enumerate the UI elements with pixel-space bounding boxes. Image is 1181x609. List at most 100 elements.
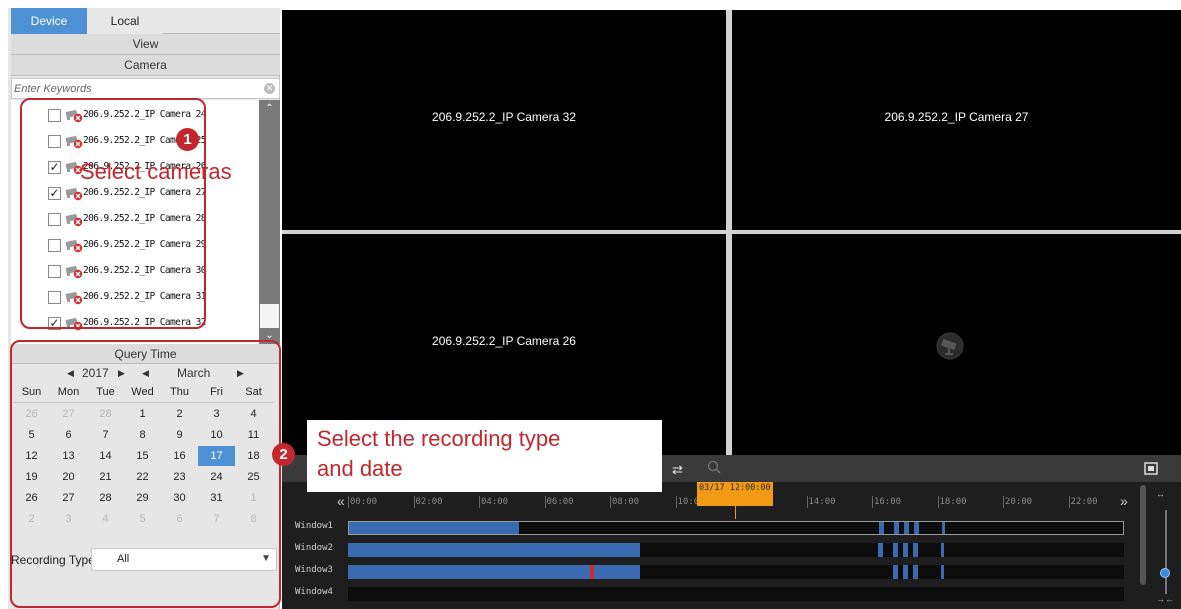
calendar-day[interactable]: 18 [235,446,272,466]
timeline-prev-icon[interactable]: « [337,493,345,509]
video-window-1[interactable]: 206.9.252.2_IP Camera 32 [282,10,726,230]
camera-list-item[interactable]: ✓ 206.9.252.2_IP Camera 32 [11,310,259,338]
calendar-day[interactable]: 6 [50,425,87,445]
calendar-day[interactable]: 13 [50,446,87,466]
calendar-day[interactable]: 29 [124,488,161,508]
calendar-day[interactable]: 30 [161,488,198,508]
recording-segment [941,565,944,579]
calendar-day[interactable]: 24 [198,467,235,487]
recording-track[interactable] [348,587,1124,601]
timeline-row[interactable]: Window2 [282,539,1144,559]
calendar-day[interactable]: 28 [87,404,124,424]
calendar-day[interactable]: 23 [161,467,198,487]
calendar-day[interactable]: 28 [87,488,124,508]
recording-track[interactable] [348,543,1124,557]
view-section-header[interactable]: View [11,34,280,55]
clear-search-icon[interactable]: ✕ [264,83,275,94]
camera-name: 206.9.252.2_IP Camera 24 [83,109,206,120]
calendar-day[interactable]: 1 [124,404,161,424]
zoom-in-icon[interactable]: →← [1156,594,1174,604]
calendar-day[interactable]: 2 [13,509,50,529]
calendar-day[interactable]: 20 [50,467,87,487]
calendar-day[interactable]: 27 [50,404,87,424]
calendar-day[interactable]: 9 [161,425,198,445]
calendar-day[interactable]: 6 [161,509,198,529]
calendar-day[interactable]: 5 [124,509,161,529]
recording-track[interactable] [348,565,1124,579]
camera-checkbox[interactable] [48,265,61,278]
calendar-day[interactable]: 31 [198,488,235,508]
calendar-day[interactable]: 11 [235,425,272,445]
calendar-day[interactable]: 8 [235,509,272,529]
calendar-day[interactable]: 19 [13,467,50,487]
scroll-up-icon[interactable]: ⌃ [259,100,280,118]
camera-checkbox[interactable]: ✓ [48,161,61,174]
fullscreen-icon[interactable] [1144,462,1158,475]
recording-segment [879,522,884,534]
timeline-row[interactable]: Window4 [282,583,1144,603]
calendar-day[interactable]: 22 [124,467,161,487]
camera-checkbox[interactable] [48,239,61,252]
month-prev-icon[interactable]: ◀ [142,364,149,382]
zoom-search-icon[interactable] [707,460,721,474]
video-window-2[interactable]: 206.9.252.2_IP Camera 27 [732,10,1181,230]
timeline-row[interactable]: Window1 [282,517,1144,537]
camera-checkbox[interactable] [48,291,61,304]
zoom-slider-knob[interactable] [1160,568,1170,578]
callout-select-cameras: Select cameras [80,159,232,184]
camera-section-header[interactable]: Camera [11,55,280,76]
calendar-day[interactable]: 21 [87,467,124,487]
calendar-day[interactable]: 7 [87,425,124,445]
year-prev-icon[interactable]: ◀ [67,364,74,382]
camera-checkbox[interactable] [48,213,61,226]
calendar-day[interactable]: 2 [161,404,198,424]
camera-list-item[interactable]: 206.9.252.2_IP Camera 28 [11,206,259,234]
scroll-down-icon[interactable]: ⌄ [259,328,280,344]
timeline-row[interactable]: Window3 [282,561,1144,581]
camera-list-item[interactable]: 206.9.252.2_IP Camera 25 [11,128,259,156]
camera-list-item[interactable]: 206.9.252.2_IP Camera 29 [11,232,259,260]
zoom-out-icon[interactable]: ↔ [1156,489,1165,499]
calendar-day[interactable]: 15 [124,446,161,466]
camera-list-item[interactable]: 206.9.252.2_IP Camera 31 [11,284,259,312]
scroll-thumb[interactable] [260,304,279,328]
camera-list-item[interactable]: 206.9.252.2_IP Camera 24 [11,102,259,130]
calendar-day[interactable]: 8 [124,425,161,445]
year-next-icon[interactable]: ▶ [118,364,125,382]
calendar-day[interactable]: 26 [13,488,50,508]
calendar-day[interactable]: 7 [198,509,235,529]
chevron-down-icon[interactable]: ▼ [261,553,271,564]
sync-playback-icon[interactable]: ⇄ [672,462,683,478]
calendar-day[interactable]: 27 [50,488,87,508]
month-next-icon[interactable]: ▶ [237,364,244,382]
zoom-track[interactable] [1165,510,1167,594]
calendar-day[interactable]: 4 [87,509,124,529]
calendar-day[interactable]: 10 [198,425,235,445]
search-input[interactable] [14,80,254,97]
camera-list-item[interactable]: 206.9.252.2_IP Camera 30 [11,258,259,286]
step-2-badge: 2 [272,443,295,466]
calendar-day[interactable]: 26 [13,404,50,424]
calendar-day[interactable]: 3 [50,509,87,529]
calendar-day[interactable]: 17 [198,446,235,466]
calendar-day[interactable]: 3 [198,404,235,424]
tab-local[interactable]: Local [87,8,163,34]
recording-segment [914,522,919,534]
camera-checkbox[interactable]: ✓ [48,317,61,330]
calendar-day[interactable]: 4 [235,404,272,424]
camera-checkbox[interactable] [48,109,61,122]
camera-checkbox[interactable] [48,135,61,148]
recording-track[interactable] [348,521,1124,535]
recording-type-select[interactable]: All ▼ [91,548,277,571]
calendar-day[interactable]: 12 [13,446,50,466]
timeline-next-icon[interactable]: » [1120,493,1128,509]
calendar-day[interactable]: 16 [161,446,198,466]
tab-device[interactable]: Device [11,8,87,34]
camera-list-scrollbar[interactable]: ⌃ ⌄ [259,100,280,344]
calendar-day[interactable]: 14 [87,446,124,466]
calendar-day[interactable]: 1 [235,488,272,508]
calendar-day[interactable]: 25 [235,467,272,487]
camera-checkbox[interactable]: ✓ [48,187,61,200]
video-window-4[interactable] [732,234,1181,455]
calendar-day[interactable]: 5 [13,425,50,445]
